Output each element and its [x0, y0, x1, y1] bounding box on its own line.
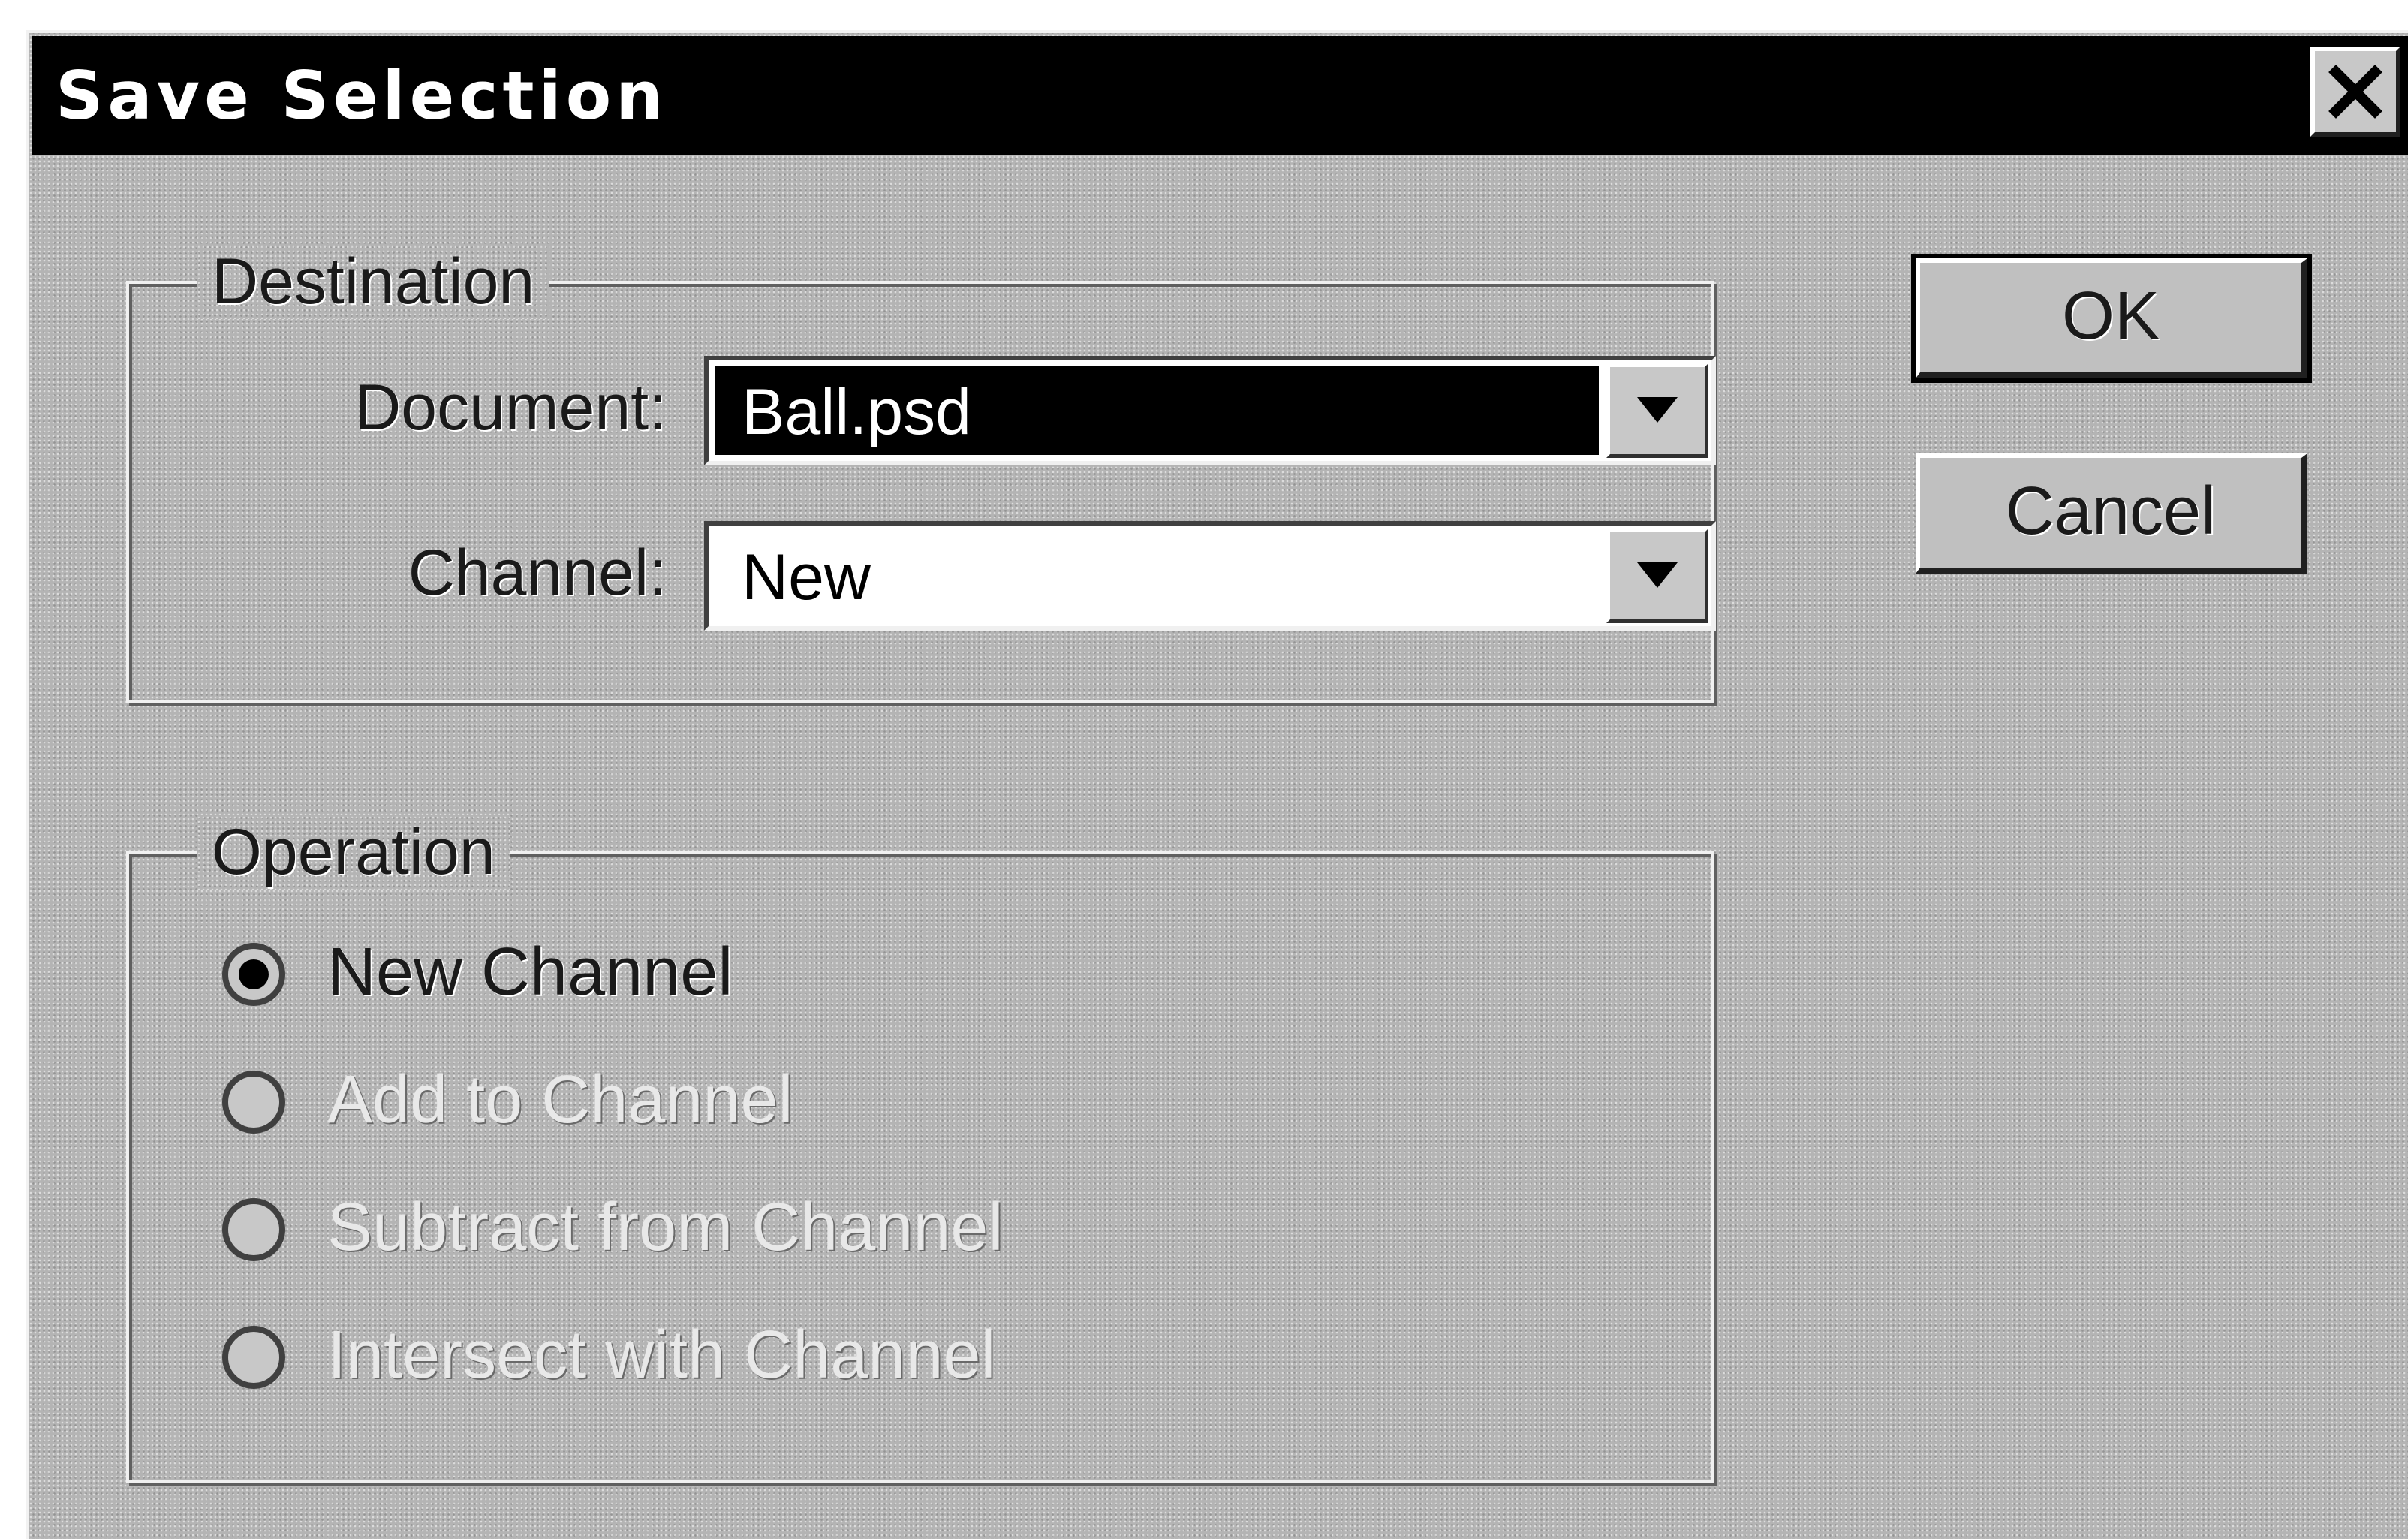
document-dropdown-arrow[interactable]: [1606, 363, 1708, 458]
channel-dropdown-arrow[interactable]: [1606, 529, 1708, 623]
radio-unselected-icon: [222, 1071, 285, 1134]
document-selection-highlight: Ball.psd: [715, 366, 1599, 455]
document-label-text: Document:: [354, 372, 667, 444]
channel-dropdown[interactable]: New: [704, 521, 1716, 631]
chevron-down-icon: [1637, 397, 1678, 423]
radio-subtract-from-channel-label: Subtract from Channel: [327, 1190, 1004, 1265]
radio-add-to-channel-label: Add to Channel: [327, 1062, 793, 1137]
close-x-icon: [2328, 65, 2382, 119]
document-label: Document:: [276, 371, 667, 445]
chevron-down-icon: [1637, 562, 1678, 588]
ok-button[interactable]: OK: [1911, 254, 2312, 383]
ok-button-label: OK: [2061, 279, 2160, 354]
destination-legend: Destination: [197, 245, 549, 319]
radio-selected-icon: [222, 943, 285, 1006]
close-button[interactable]: [2310, 47, 2400, 137]
cancel-button[interactable]: Cancel: [1916, 453, 2307, 574]
title-bar: Save Selection: [32, 36, 2408, 155]
channel-label: Channel:: [276, 536, 667, 610]
cancel-button-label: Cancel: [2005, 474, 2217, 549]
document-value: Ball.psd: [742, 376, 971, 448]
radio-unselected-icon: [222, 1326, 285, 1389]
channel-value-area: New: [715, 532, 1599, 620]
radio-intersect-with-channel-label: Intersect with Channel: [327, 1318, 996, 1393]
channel-label-text: Channel:: [408, 537, 667, 609]
operation-legend: Operation: [197, 815, 510, 890]
radio-unselected-icon: [222, 1198, 285, 1261]
channel-value: New: [742, 541, 871, 613]
destination-group: Destination: [126, 245, 1714, 703]
save-selection-dialog: Save Selection Destination Document: Bal…: [26, 30, 2408, 1539]
radio-new-channel-label: New Channel: [327, 935, 733, 1010]
dialog-title: Save Selection: [56, 57, 667, 134]
document-dropdown[interactable]: Ball.psd: [704, 356, 1716, 465]
